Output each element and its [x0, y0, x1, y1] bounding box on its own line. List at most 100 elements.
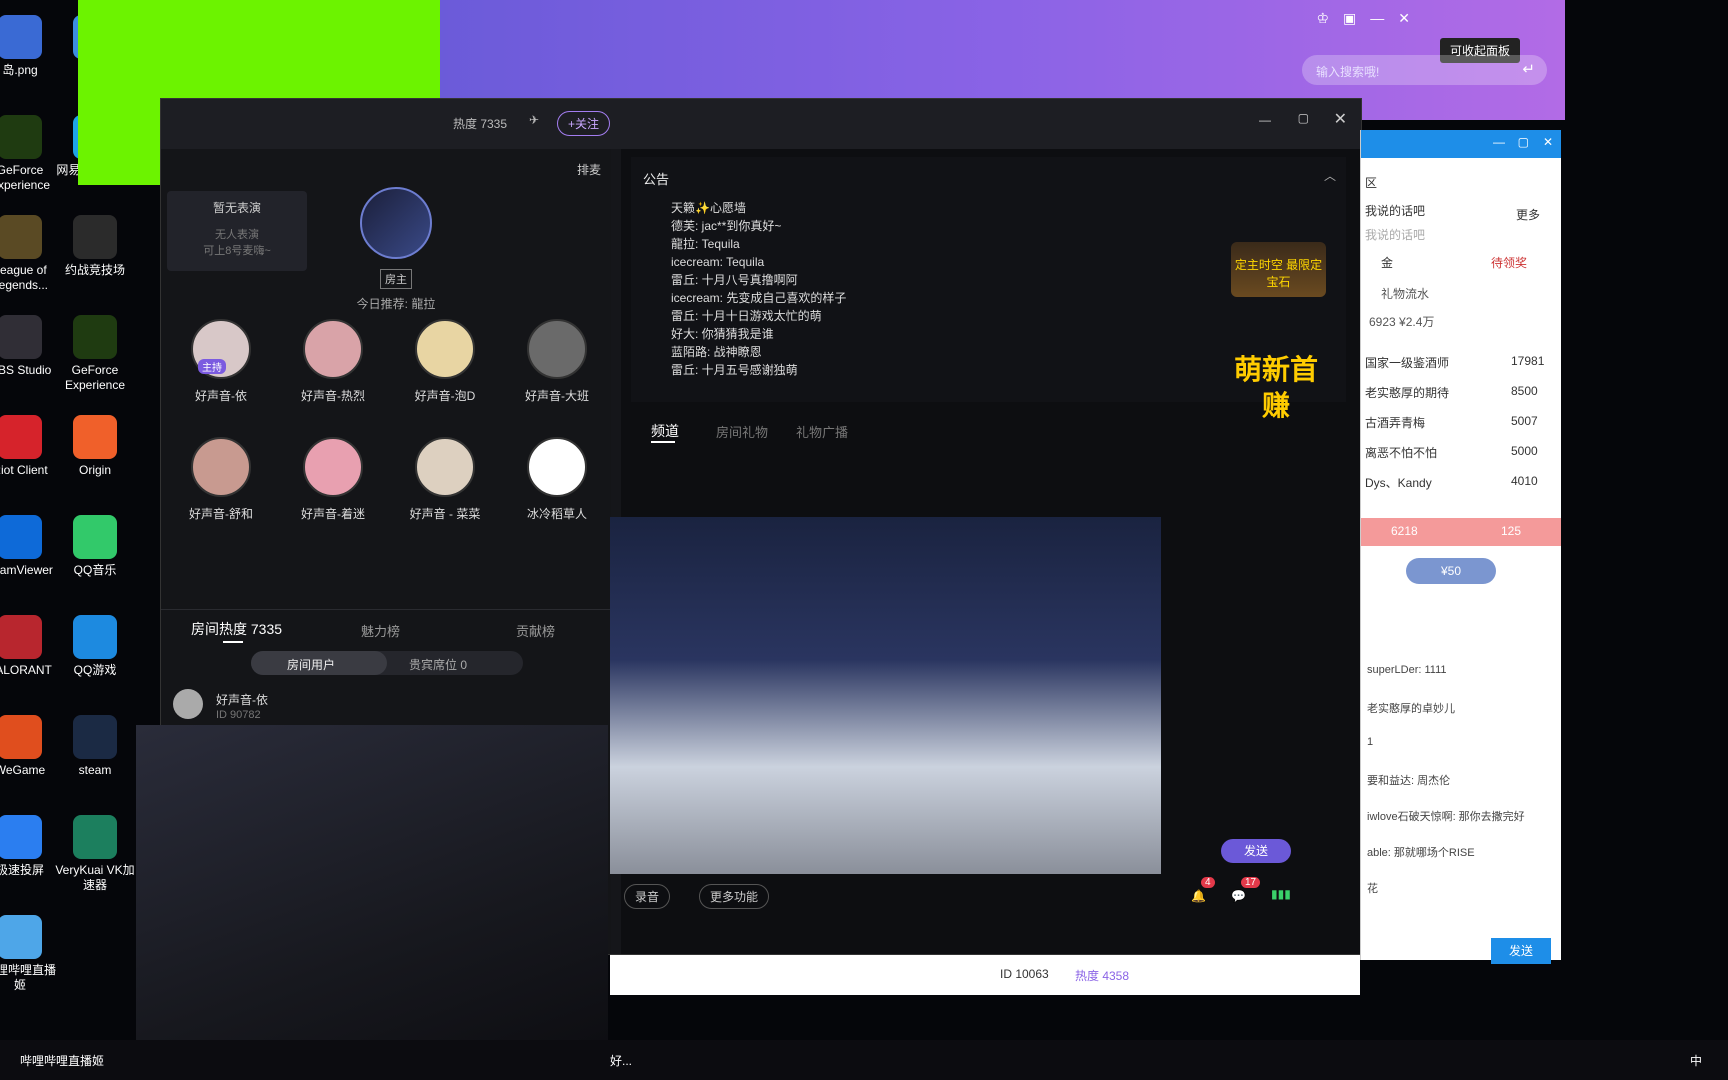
pink-bar: 6218 125 — [1361, 518, 1561, 546]
desktop-icon[interactable]: steam — [55, 715, 135, 778]
chat-message: able: 那就哪场个RISE — [1367, 847, 1475, 859]
search-placeholder: 输入搜索哦! — [1316, 65, 1380, 79]
desktop-icon[interactable]: 约战竞技场 — [55, 215, 135, 278]
desktop-icon[interactable]: 极速投屏 — [0, 815, 60, 878]
desktop-icon[interactable]: QQ音乐 — [55, 515, 135, 578]
pending-reward[interactable]: 待领奖 — [1491, 254, 1527, 271]
screen-icon[interactable]: ▣ — [1343, 10, 1356, 27]
enter-icon[interactable]: ↵ — [1522, 60, 1535, 78]
seat-name: 好声音-泡D — [414, 389, 476, 403]
tab-room-users[interactable]: 房间用户 — [287, 656, 335, 673]
desktop-icon[interactable]: Riot Client — [0, 415, 60, 478]
chat-message: 1 — [1367, 736, 1374, 748]
listing-heat: 热度 4358 — [1075, 969, 1130, 983]
nvidia-icon — [73, 315, 117, 359]
seat-name: 好声音-依 — [195, 389, 247, 403]
mic-seat[interactable]: 好声音-依 主持 — [166, 319, 276, 404]
mic-seat[interactable]: 好声音-大班 — [502, 319, 612, 404]
host-tag: 主持 — [198, 359, 226, 374]
taskbar-app[interactable]: 哔哩哔哩直播姬 — [20, 1052, 104, 1069]
message-icon[interactable]: 💬 — [1231, 889, 1246, 903]
close-icon[interactable]: ✕ — [1543, 135, 1553, 149]
tab-gift-broadcast[interactable]: 礼物广播 — [796, 422, 848, 441]
notice-box: 公告 ︿ 天籁✨心愿墙 德芙: jac**到你真好~ 龍拉: Tequila icec… — [631, 157, 1346, 421]
desktop-icon[interactable]: VALORANT — [0, 615, 60, 678]
tab-room-gift[interactable]: 房间礼物 — [716, 422, 768, 441]
close-icon[interactable]: ✕ — [1334, 109, 1347, 129]
host-badge: 房主 — [380, 269, 412, 289]
nvidia-icon — [0, 115, 42, 159]
more-features-button[interactable]: 更多功能 — [699, 884, 770, 909]
desktop-icon[interactable]: 哔哩哔哩直播姬 — [0, 915, 60, 993]
chat-message: iwlove石破天惊啊: 那你去撒完好 — [1367, 811, 1525, 823]
notice-line: 蓝陌路: 战神瞭恩 — [671, 345, 762, 359]
mic-seat[interactable]: 好声音-舒和 — [166, 437, 276, 522]
current-user-name[interactable]: 好声音-依 — [216, 691, 268, 708]
tab-room-heat[interactable]: 房间热度 7335 — [191, 619, 282, 639]
desktop-icon[interactable]: TeamViewer — [0, 515, 60, 578]
room-titlebar: 热度 7335 ✈ +关注 — ▢ ✕ — [161, 99, 1361, 149]
seat-name: 冰冷稻草人 — [526, 507, 587, 521]
mic-seat[interactable]: 好声音-热烈 — [278, 319, 388, 404]
seat-avatar — [527, 437, 587, 497]
send-button[interactable]: 发送 — [1221, 839, 1291, 863]
desktop-icon-label: League of Legends... — [0, 263, 49, 292]
desktop-icon[interactable]: Origin — [55, 415, 135, 478]
maximize-icon[interactable]: ▢ — [1298, 111, 1309, 125]
tab-charm[interactable]: 魅力榜 — [361, 621, 400, 640]
current-user-id: ID 90782 — [216, 709, 261, 721]
more-link[interactable]: 更多 — [1516, 206, 1540, 223]
gift-totals: 6923 ¥2.4万 — [1369, 315, 1435, 329]
rank-value: 17981 — [1511, 354, 1545, 368]
minimize-icon[interactable]: — — [1370, 10, 1384, 27]
mic-seat[interactable]: 好声音-着迷 — [278, 437, 388, 522]
desktop-icon-label: TeamViewer — [0, 563, 53, 577]
notice-line: 雷丘: 十月八号真撸啊阿 — [671, 273, 798, 287]
desktop-icon[interactable]: GeForce Experience — [55, 315, 135, 393]
maximize-icon[interactable]: ▢ — [1518, 135, 1529, 149]
record-button[interactable]: 录音 — [624, 884, 671, 909]
mic-seat[interactable]: 冰冷稻草人 — [502, 437, 612, 522]
tab-contribution[interactable]: 贡献榜 — [516, 621, 555, 640]
bili-icon — [0, 915, 42, 959]
promo-banner[interactable]: 定主时空 最限定宝石 — [1231, 242, 1326, 297]
desktop-icon-label: VALORANT — [0, 663, 52, 677]
ime-indicator[interactable]: 中 — [1690, 1052, 1702, 1069]
desktop-icon[interactable]: GeForce Experience — [0, 115, 60, 193]
mic-seat[interactable]: 好声音 - 菜菜 — [390, 437, 500, 522]
desktop-icon[interactable]: WeGame — [0, 715, 60, 778]
desktop-icon-label: 极速投屏 — [0, 863, 44, 877]
desktop-icon[interactable]: VeryKuai VK加速器 — [55, 815, 135, 893]
sort-label[interactable]: 排麦 — [577, 161, 601, 178]
no-show-card: 暂无表演 无人表演 可上8号麦嗨~ — [167, 191, 307, 271]
notice-line: 天籁✨心愿墙 — [671, 201, 746, 215]
desktop-icon[interactable]: QQ游戏 — [55, 615, 135, 678]
minimize-icon[interactable]: — — [1493, 135, 1505, 149]
newbie-promo[interactable]: 萌新首赚 — [1221, 352, 1331, 432]
desktop-icon[interactable]: OBS Studio — [0, 315, 60, 378]
close-icon[interactable]: ✕ — [1398, 10, 1410, 27]
chat-message: 老实憨厚的卓妙儿 — [1367, 703, 1455, 715]
seat-name: 好声音-热烈 — [301, 389, 365, 403]
seat-avatar — [415, 437, 475, 497]
money-badge[interactable]: ¥50 — [1406, 558, 1496, 584]
bell-icon[interactable]: 🔔 — [1191, 889, 1206, 903]
desktop-icon[interactable]: 岛.png — [0, 15, 60, 78]
minimize-icon[interactable]: — — [1259, 113, 1271, 127]
video-clip — [610, 517, 1161, 874]
tab-vip-seats[interactable]: 贵宾席位 0 — [409, 656, 467, 673]
tab-channel[interactable]: 频道 — [651, 421, 679, 441]
taskbar-other[interactable]: 好... — [610, 1052, 632, 1069]
mic-seat[interactable]: 好声音-泡D — [390, 319, 500, 404]
rank-name: Dys、Kandy — [1365, 476, 1432, 490]
crown-icon[interactable]: ♔ — [1316, 10, 1329, 27]
send-button[interactable]: 发送 — [1491, 938, 1551, 964]
notice-line: 雷丘: 十月五号感谢独萌 — [671, 363, 798, 377]
seat-avatar — [191, 437, 251, 497]
follow-button[interactable]: +关注 — [557, 111, 611, 136]
collapse-icon[interactable]: ︿ — [1324, 167, 1336, 184]
host-seat[interactable]: 房主 今日推荐: 龍拉 — [341, 187, 451, 312]
desktop-icon[interactable]: League of Legends... — [0, 215, 60, 293]
search-input[interactable]: 输入搜索哦! ↵ — [1302, 55, 1547, 85]
cast-icon — [0, 815, 42, 859]
